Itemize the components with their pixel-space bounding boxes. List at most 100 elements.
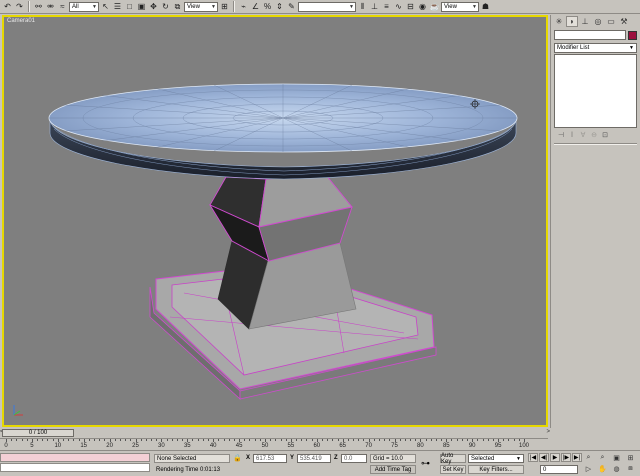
go-to-start-icon[interactable]: |◀ [528, 453, 538, 462]
timeline-minor-tick [94, 439, 96, 441]
go-to-end-icon[interactable]: ▶| [572, 453, 582, 462]
maxscript-macro-line[interactable] [0, 453, 150, 462]
move-icon[interactable]: ✥ [148, 1, 159, 12]
timeline-minor-tick [99, 439, 101, 441]
play-icon[interactable]: ▶ [550, 453, 560, 462]
timeline-tick-label: 10 [54, 443, 62, 449]
timeline-minor-tick [125, 439, 127, 441]
timeline-minor-tick [42, 439, 44, 441]
modify-tab[interactable]: ◗ [566, 16, 578, 27]
layer-icon[interactable]: ≡ [381, 1, 392, 12]
select-object-icon[interactable]: ↖ [100, 1, 111, 12]
bind-warp-icon[interactable]: ≈ [57, 1, 68, 12]
track-bar[interactable]: 0 5 10 15 20 25 30 35 40 45 50 55 60 65 70 75 80 85 90 95 10… [0, 438, 548, 450]
pan-icon[interactable]: ✋ [596, 464, 609, 474]
time-slider-position: 0 / 100 [28, 430, 48, 436]
schematic-icon[interactable]: ⊟ [405, 1, 416, 12]
selection-filter-dropdown[interactable]: All ▼ [69, 1, 99, 12]
timeline-minor-tick [11, 439, 13, 441]
x-coord-field[interactable]: 617.53 [253, 454, 287, 463]
next-frame-icon[interactable]: |▶ [561, 453, 571, 462]
key-mode-dropdown[interactable]: Selected ▼ [468, 454, 524, 463]
reference-coord-dropdown[interactable]: View ▼ [184, 1, 218, 12]
quick-render-icon[interactable]: ☗ [480, 1, 491, 12]
selection-lock-icon[interactable]: 🔒 [233, 454, 242, 462]
link-icon[interactable]: ⚯ [33, 1, 44, 12]
time-slider[interactable]: < 0 / 100 > [0, 428, 640, 438]
window-crossing-icon[interactable]: ▣ [136, 1, 147, 12]
x-label: X [246, 455, 251, 461]
timeline-tick-mark [316, 439, 318, 442]
render-scene-icon[interactable]: ☕ [429, 1, 440, 12]
spinner-snap-icon[interactable]: ⇕ [274, 1, 285, 12]
utilities-tab[interactable]: ⚒ [618, 16, 630, 27]
maximize-viewport-icon[interactable]: ⧈ [624, 464, 637, 474]
zoom-extents-icon[interactable]: ▣ [610, 453, 623, 463]
select-by-name-icon[interactable]: ☰ [112, 1, 123, 12]
remove-modifier-icon[interactable]: ⊖ [590, 131, 598, 139]
slider-next-arrow[interactable]: > [546, 429, 550, 435]
timeline-minor-tick [233, 439, 235, 441]
timeline-minor-tick [441, 439, 443, 441]
timeline-tick-label: 40 [209, 443, 217, 449]
create-tab[interactable]: ✳ [553, 16, 565, 27]
pin-stack-icon[interactable]: ⊣ [557, 131, 565, 139]
maxscript-output-line[interactable] [0, 463, 150, 472]
timeline-minor-tick [384, 439, 386, 441]
hierarchy-tab[interactable]: ⊥ [579, 16, 591, 27]
key-icon[interactable]: ⊶ [421, 458, 430, 469]
zoom-icon[interactable]: ⌕ [582, 453, 595, 463]
angle-snap-icon[interactable]: ∠ [250, 1, 261, 12]
align-icon[interactable]: ⊥ [369, 1, 380, 12]
snap-icon[interactable]: ⌁ [238, 1, 249, 12]
key-filters-button[interactable]: Key Filters... [468, 465, 524, 474]
timeline-tick-mark [57, 439, 59, 442]
undo-icon[interactable]: ↶ [2, 1, 13, 12]
show-end-result-icon[interactable]: ‖ [568, 131, 576, 139]
field-of-view-icon[interactable]: ▷ [582, 464, 595, 474]
timeline-tick-mark [6, 439, 7, 442]
timeline-minor-tick [259, 439, 261, 441]
timeline-minor-tick [270, 439, 272, 441]
auto-key-button[interactable]: Auto Key [440, 453, 466, 465]
region-select-icon[interactable]: □ [124, 1, 135, 12]
zoom-extents-all-icon[interactable]: ⊞ [624, 453, 637, 463]
toolbar-separator [233, 1, 235, 12]
z-coord-field[interactable]: 0.0 [341, 454, 367, 463]
make-unique-icon[interactable]: ∀ [579, 131, 587, 139]
mirror-icon[interactable]: ⫴ [357, 1, 368, 12]
modifier-list-dropdown[interactable]: Modifier List ▼ [554, 43, 637, 53]
maxscript-listener[interactable] [0, 453, 150, 473]
zoom-all-icon[interactable]: ⌕ [596, 453, 609, 463]
pivot-icon[interactable]: ⊞ [219, 1, 230, 12]
timeline-minor-tick [477, 439, 479, 441]
rotate-icon[interactable]: ↻ [160, 1, 171, 12]
display-tab[interactable]: ▭ [605, 16, 617, 27]
timeline-minor-tick [430, 439, 432, 441]
previous-frame-icon[interactable]: ◀| [539, 453, 549, 462]
current-frame-field[interactable]: 0 [540, 465, 578, 474]
set-key-button[interactable]: Set Key [440, 465, 466, 474]
object-color-swatch[interactable] [628, 30, 637, 40]
edit-named-selection-icon[interactable]: ✎ [286, 1, 297, 12]
scale-icon[interactable]: ⧉ [172, 1, 183, 12]
y-coord-field[interactable]: 535.419 [297, 454, 331, 463]
material-editor-icon[interactable]: ◉ [417, 1, 428, 12]
named-selection-dropdown[interactable]: ▼ [298, 1, 356, 12]
object-name-field[interactable] [554, 30, 626, 40]
timeline-tick-mark [109, 439, 111, 442]
modifier-stack[interactable] [554, 54, 637, 128]
motion-tab[interactable]: ◎ [592, 16, 604, 27]
orbit-icon[interactable]: ◍ [610, 464, 623, 474]
curve-editor-icon[interactable]: ∿ [393, 1, 404, 12]
timeline-tick-label: 70 [365, 443, 372, 449]
configure-sets-icon[interactable]: ⊡ [601, 131, 609, 139]
time-slider-thumb[interactable]: 0 / 100 [2, 429, 74, 437]
camera-viewport[interactable]: Camera01 [2, 15, 548, 427]
redo-icon[interactable]: ↷ [14, 1, 25, 12]
add-time-tag-button[interactable]: Add Time Tag [370, 465, 416, 474]
percent-snap-icon[interactable]: % [262, 1, 273, 12]
render-view-dropdown[interactable]: View ▼ [441, 1, 479, 12]
chevron-down-icon: ▼ [516, 455, 521, 462]
unlink-icon[interactable]: ⚮ [45, 1, 56, 12]
